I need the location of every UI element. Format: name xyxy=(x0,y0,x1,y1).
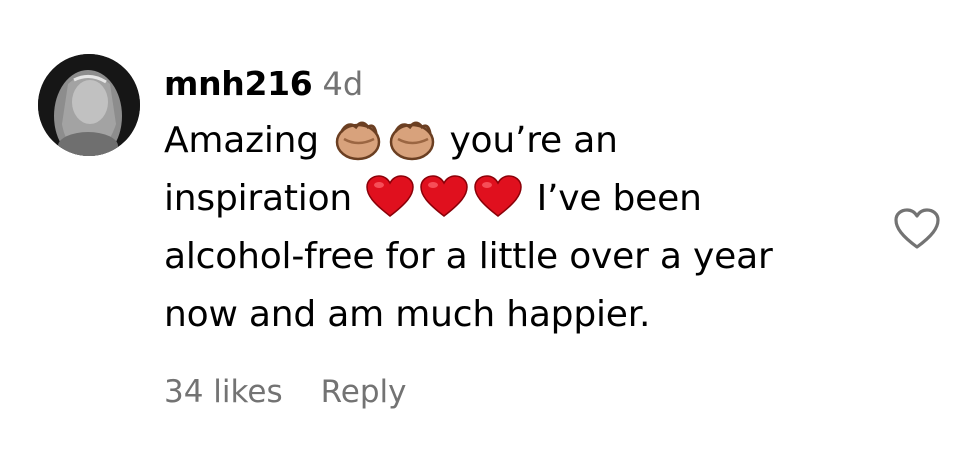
username[interactable]: mnh216 xyxy=(164,64,313,103)
clapping-hands-icon xyxy=(332,117,382,161)
avatar[interactable] xyxy=(38,54,140,156)
comment-line: inspiration I’ve been xyxy=(164,170,864,228)
red-heart-icon xyxy=(365,175,415,219)
comment-text-segment: I’ve been xyxy=(536,178,702,219)
timestamp[interactable]: 4d xyxy=(322,65,363,103)
clapping-hands-icon xyxy=(386,117,436,161)
comment-line: now and am much happier. xyxy=(164,294,651,335)
comment-text-segment: inspiration xyxy=(164,178,353,219)
comment-line: Amazing you’re an xyxy=(164,112,864,170)
comment-footer: 34 likes Reply xyxy=(164,374,406,410)
comment-line: alcohol-free for a little over a year xyxy=(164,236,773,277)
red-heart-icon xyxy=(419,175,469,219)
comment: mnh216 4d Amazing you’re an inspiration … xyxy=(0,0,980,468)
heart-outline-icon[interactable] xyxy=(892,206,942,252)
comment-text-segment: Amazing xyxy=(164,120,319,161)
red-heart-icon xyxy=(473,175,523,219)
likes-count[interactable]: 34 likes xyxy=(164,374,283,410)
reply-button[interactable]: Reply xyxy=(321,374,407,410)
comment-text: Amazing you’re an inspiration I’ve been … xyxy=(164,112,864,344)
comment-header: mnh216 4d xyxy=(164,64,363,104)
comment-text-segment: you’re an xyxy=(449,120,618,161)
